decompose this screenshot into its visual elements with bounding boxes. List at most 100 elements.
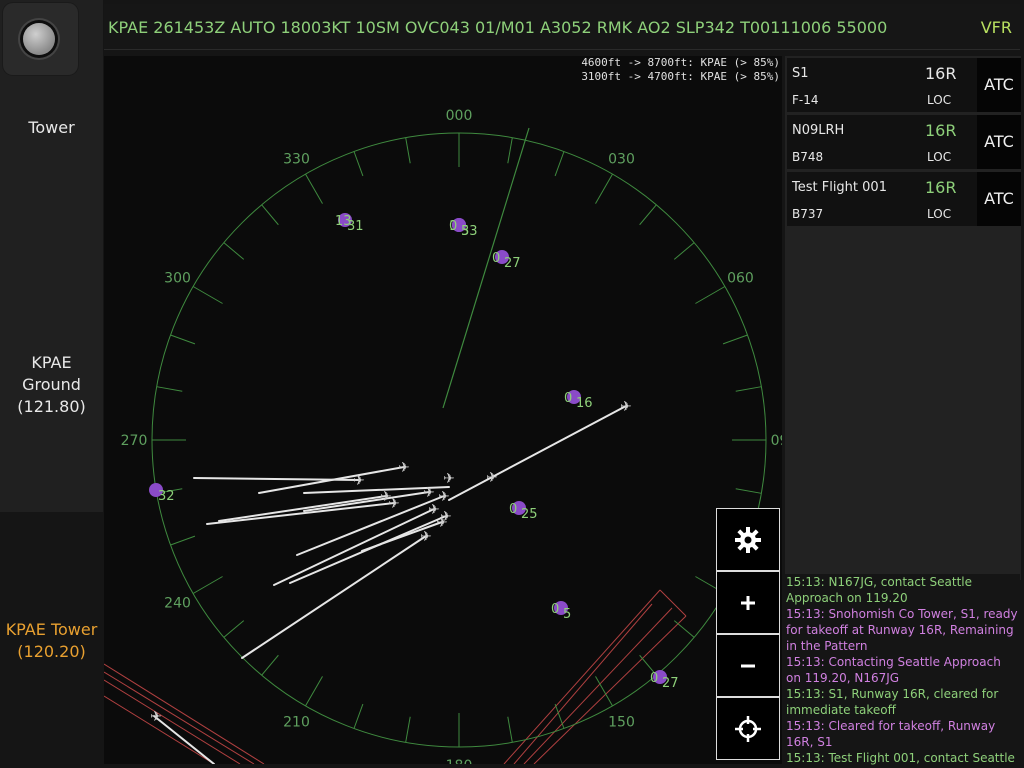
frequency-value: (121.80) — [17, 397, 86, 416]
compass-label: 060 — [727, 271, 754, 287]
waypoint-sublabel: 27 — [662, 676, 679, 691]
minus-icon — [741, 664, 755, 667]
compass-tick — [405, 137, 411, 164]
aircraft-icon[interactable]: ✈ — [353, 473, 365, 489]
aircraft-icon[interactable]: ✈ — [420, 529, 432, 545]
frequency-item-ground[interactable]: KPAE Ground (121.80) — [0, 352, 103, 418]
zoom-out-button[interactable] — [716, 634, 780, 697]
strip-approach: LOC — [927, 207, 952, 221]
strip-runway: 16R — [925, 178, 957, 197]
radar-canvas[interactable]: 000030060090120150180210240270300330 ✈✈✈… — [104, 56, 782, 764]
log-entry: 15:13: Test Flight 001, contact Seattle … — [786, 751, 1015, 765]
zoom-in-button[interactable] — [716, 571, 780, 634]
map-controls — [716, 508, 780, 760]
compass-tick — [223, 242, 245, 260]
settings-button[interactable] — [716, 508, 780, 571]
log-entry: 15:13: N167JG, contact Seattle Approach … — [786, 575, 972, 605]
aircraft-icon[interactable]: ✈ — [443, 471, 455, 487]
compass-tick — [261, 654, 279, 676]
compass-tick — [192, 286, 223, 304]
aircraft-icon[interactable]: ✈ — [150, 709, 162, 725]
frequency-item-tower[interactable]: Tower — [0, 117, 103, 139]
strip-aircraft-type: F-14 — [792, 93, 819, 107]
compass-tick — [639, 204, 657, 226]
strip-aircraft-type: B737 — [792, 207, 824, 221]
strip-approach: LOC — [927, 150, 952, 164]
waypoint-sublabel: 5 — [461, 224, 469, 239]
strip-approach: LOC — [927, 93, 952, 107]
waypoint-sublabel: 31 — [347, 219, 364, 234]
aircraft-icon[interactable]: ✈ — [423, 485, 435, 501]
strip-callsign: S1 — [792, 66, 809, 81]
wind-info: 4600ft -> 8700ft: KPAE (> 85%) 3100ft ->… — [581, 56, 780, 84]
compass-tick — [507, 716, 513, 743]
aircraft-icon[interactable]: ✈ — [438, 489, 450, 505]
frequency-name: KPAE Ground — [22, 353, 81, 394]
compass-label: 330 — [283, 152, 310, 168]
waypoint-label: 0 — [564, 391, 572, 406]
aircraft-icon[interactable]: ✈ — [486, 470, 498, 486]
flight-strip[interactable]: N09LRH B748 16R LOC ATC — [787, 115, 1021, 169]
wind-line: 3100ft -> 4700ft: KPAE (> 85%) — [581, 70, 780, 83]
home-button[interactable] — [3, 3, 78, 75]
compass-label: 300 — [164, 271, 191, 287]
compass-tick — [223, 620, 245, 638]
compass-tick — [673, 620, 695, 638]
strip-aircraft-type: B748 — [792, 150, 824, 164]
compass-tick — [595, 173, 613, 204]
waypoint-label: 0 — [650, 671, 658, 686]
compass-tick — [507, 137, 513, 164]
flight-rules-badge: VFR — [980, 18, 1012, 37]
frequency-name: Tower — [28, 118, 75, 137]
atc-button[interactable]: ATC — [977, 58, 1021, 112]
waypoint-sublabel: 16 — [576, 396, 593, 411]
compass-label: 090 — [771, 433, 782, 449]
flight-strip[interactable]: S1 F-14 16R LOC ATC — [787, 58, 1021, 112]
metar-text: KPAE 261453Z AUTO 18003KT 10SM OVC043 01… — [108, 18, 888, 37]
plus-icon — [741, 595, 755, 610]
atc-button[interactable]: ATC — [977, 115, 1021, 169]
log-entry: 15:13: Contacting Seattle Approach on 11… — [786, 655, 1001, 685]
strip-runway: 16R — [925, 121, 957, 140]
aircraft-icon[interactable]: ✈ — [620, 399, 632, 415]
compass-label: 000 — [446, 108, 473, 124]
home-knob-icon — [23, 23, 55, 55]
log-entry: 15:13: Cleared for takeoff, Runway 16R, … — [786, 719, 996, 749]
compass-labels: 000030060090120150180210240270300330 — [121, 108, 782, 764]
waypoint-sublabel: 25 — [521, 507, 538, 522]
compass-label: 150 — [608, 714, 635, 730]
frequency-name: KPAE Tower — [5, 620, 98, 639]
compass-label: 030 — [608, 152, 635, 168]
compass-tick — [170, 535, 196, 546]
waypoint-sublabel: 27 — [504, 256, 521, 271]
waypoint-label: 0 — [449, 219, 457, 234]
waypoint-sublabel: 32 — [158, 489, 175, 504]
compass-tick — [405, 716, 411, 743]
compass-tick — [261, 204, 279, 226]
strip-callsign: Test Flight 001 — [792, 180, 887, 195]
compass-tick — [156, 386, 183, 392]
frequency-item-kpae-tower[interactable]: KPAE Tower (120.20) — [0, 619, 103, 663]
compass-tick — [353, 151, 364, 177]
metar-bar: KPAE 261453Z AUTO 18003KT 10SM OVC043 01… — [104, 4, 1020, 50]
compass-tick — [695, 286, 726, 304]
waypoint-label: 0 — [492, 251, 500, 266]
aircraft-icon[interactable]: ✈ — [398, 460, 410, 476]
radar-scope[interactable]: 000030060090120150180210240270300330 ✈✈✈… — [104, 56, 782, 764]
compass-tick — [192, 576, 223, 594]
log-entry: 15:13: Snohomish Co Tower, S1, ready for… — [786, 607, 1018, 653]
strip-callsign: N09LRH — [792, 123, 845, 138]
aircraft-icon[interactable]: ✈ — [388, 496, 400, 512]
waypoint-label: 0 — [551, 602, 559, 617]
flight-strip[interactable]: Test Flight 001 B737 16R LOC ATC — [787, 172, 1021, 226]
compass-label: 270 — [121, 433, 148, 449]
aircraft-icon[interactable]: ✈ — [436, 515, 448, 531]
waypoint-sublabel: 5 — [563, 607, 571, 622]
waypoint-markers: 13311533050270163202505027 — [149, 213, 679, 691]
recenter-button[interactable] — [716, 697, 780, 760]
compass-tick — [353, 703, 364, 729]
frequency-value: (120.20) — [17, 642, 86, 661]
atc-button[interactable]: ATC — [977, 172, 1021, 226]
compass-label: 210 — [283, 714, 310, 730]
communication-log[interactable]: 15:13: N167JG, contact Seattle Approach … — [784, 574, 1020, 766]
